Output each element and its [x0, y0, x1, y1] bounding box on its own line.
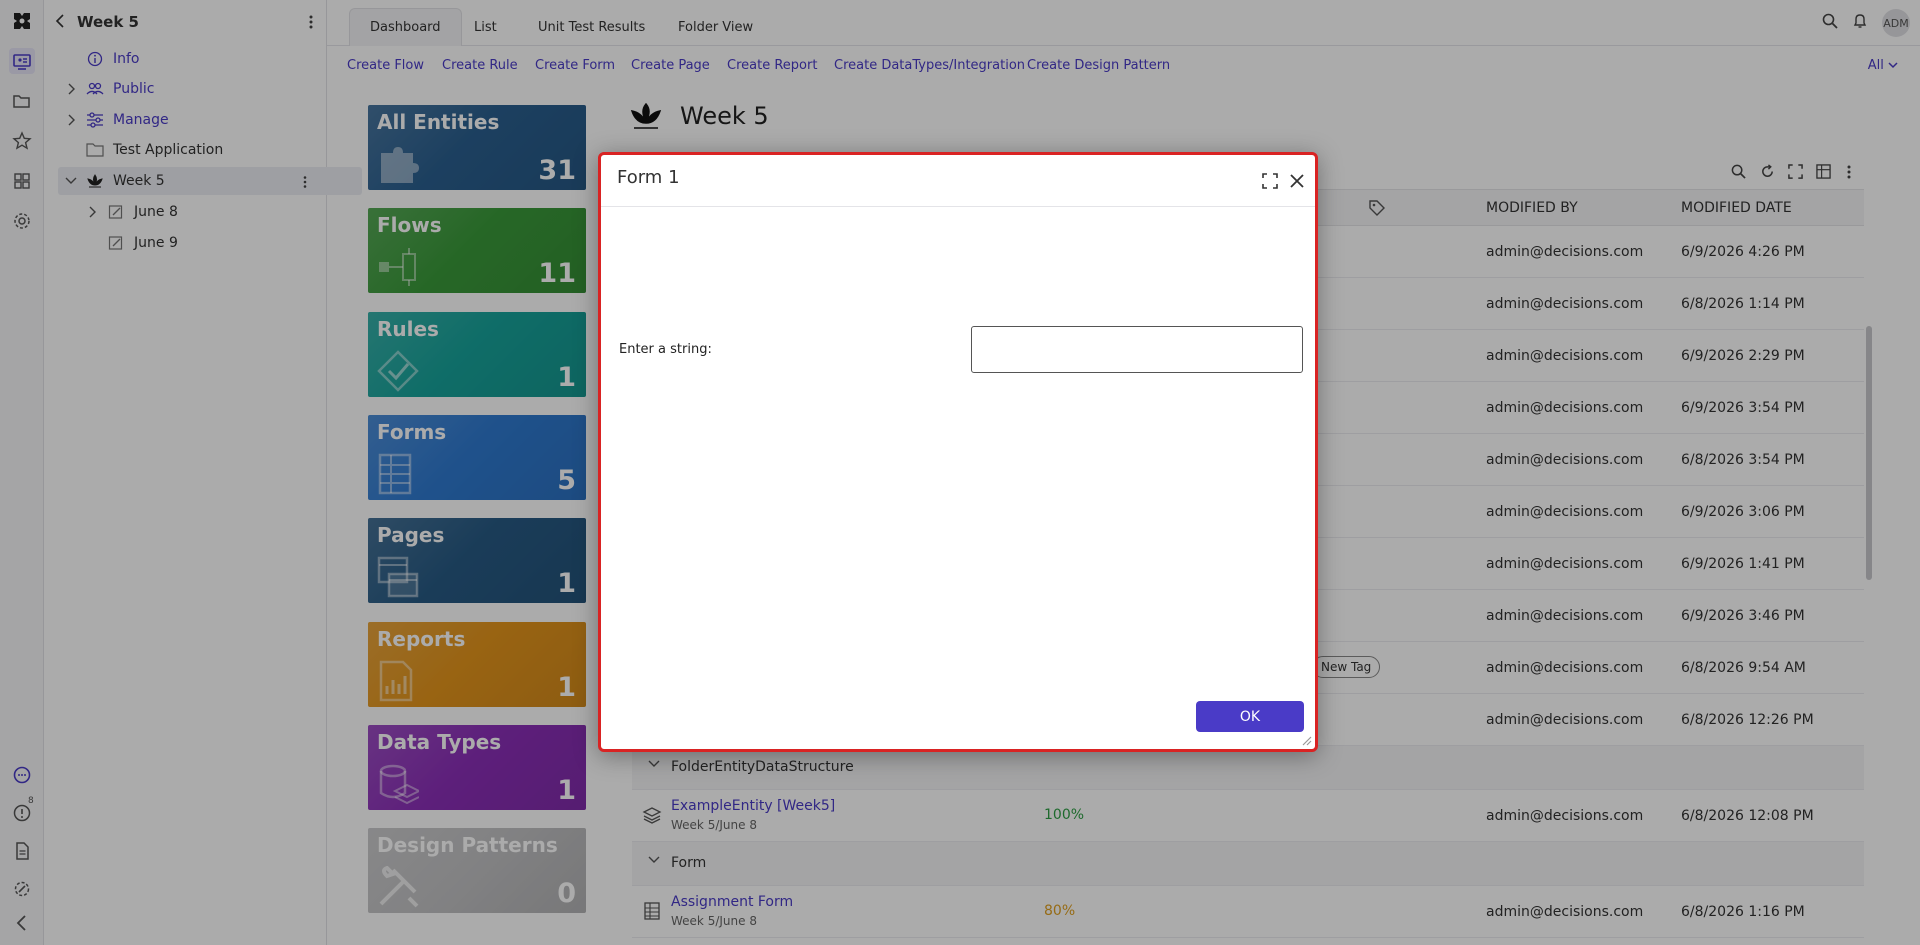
string-field-label: Enter a string: — [619, 342, 712, 357]
resize-grip-icon[interactable] — [1300, 734, 1312, 746]
maximize-icon[interactable] — [1261, 172, 1279, 190]
string-input[interactable] — [971, 326, 1303, 373]
form-dialog: Form 1 Enter a string: OK — [598, 152, 1318, 752]
dialog-title: Form 1 — [617, 167, 680, 188]
ok-button[interactable]: OK — [1196, 701, 1304, 732]
dialog-header: Form 1 — [601, 155, 1315, 207]
close-icon[interactable] — [1287, 171, 1307, 191]
